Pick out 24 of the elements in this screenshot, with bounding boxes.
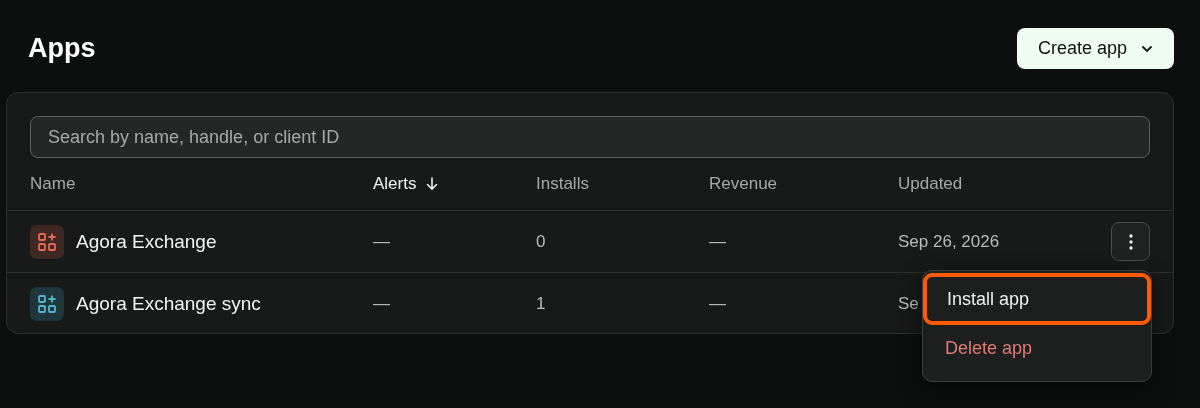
table-cell-text: — bbox=[709, 293, 727, 314]
app-name[interactable]: Agora Exchange sync bbox=[76, 292, 261, 315]
table-cell: Se bbox=[898, 293, 919, 314]
chevron-down-icon bbox=[1141, 44, 1154, 53]
column-header[interactable]: Installs bbox=[536, 174, 589, 194]
menu-item[interactable]: Delete app bbox=[923, 325, 1151, 371]
table-cell-text: — bbox=[373, 293, 391, 314]
table-cell-text: 0 bbox=[536, 231, 547, 252]
column-header[interactable]: Updated bbox=[898, 174, 963, 194]
column-header[interactable]: Name bbox=[30, 174, 76, 194]
column-header[interactable]: Alerts bbox=[373, 174, 417, 194]
create-app-button[interactable]: Create app bbox=[1017, 28, 1174, 69]
table-cell-text: — bbox=[709, 231, 727, 252]
table-cell-text: — bbox=[373, 231, 391, 252]
app-name[interactable]: Agora Exchange bbox=[76, 230, 217, 253]
page-title: Apps bbox=[28, 33, 96, 64]
column-header[interactable]: Revenue bbox=[709, 174, 778, 194]
kebab-icon bbox=[1128, 233, 1133, 250]
table-cell: Sep 26, 2026 bbox=[898, 231, 1000, 252]
search-field[interactable]: Search by name, handle, or client ID bbox=[30, 116, 1150, 158]
sort-down-icon bbox=[426, 177, 439, 191]
menu-item[interactable]: Install app bbox=[923, 273, 1151, 325]
table-cell-text: 1 bbox=[536, 293, 547, 314]
more-options-button[interactable] bbox=[1111, 222, 1150, 261]
